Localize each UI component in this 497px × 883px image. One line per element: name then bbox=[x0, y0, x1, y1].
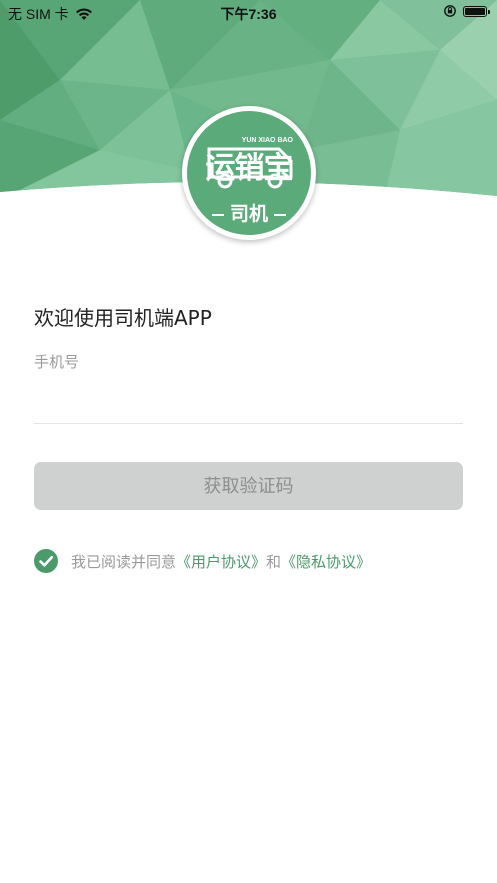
app-logo: YUN XIAO BAO 运销宝 司机 bbox=[182, 106, 316, 240]
welcome-title: 欢迎使用司机端APP bbox=[34, 306, 212, 330]
status-time: 下午7:36 bbox=[220, 6, 277, 22]
agreement-connector: 和 bbox=[266, 553, 282, 571]
phone-label: 手机号 bbox=[34, 353, 80, 371]
get-code-button[interactable]: 获取验证码 bbox=[34, 462, 463, 510]
orientation-lock-icon bbox=[444, 5, 456, 17]
phone-input-underline bbox=[34, 423, 463, 424]
checkmark-icon bbox=[39, 555, 54, 567]
logo-dash-right bbox=[274, 213, 286, 216]
agreement-text: 我已阅读并同意《用户协议》和《隐私协议》 bbox=[71, 551, 371, 572]
privacy-agreement-link[interactable]: 《隐私协议》 bbox=[281, 553, 371, 571]
battery-icon bbox=[463, 5, 490, 17]
logo-role-text: 司机 bbox=[229, 203, 268, 225]
status-right bbox=[443, 4, 490, 18]
logo-brand: 运销宝 bbox=[205, 151, 294, 186]
logo-badge: YUN XIAO BAO 运销宝 司机 bbox=[187, 111, 311, 235]
user-agreement-link[interactable]: 《用户协议》 bbox=[176, 553, 266, 571]
status-bar: 无 SIM 卡 下午7:36 bbox=[0, 0, 497, 26]
agreement-prefix: 我已阅读并同意 bbox=[71, 553, 177, 571]
agreement-checkbox[interactable] bbox=[34, 549, 58, 573]
phone-input[interactable] bbox=[34, 378, 463, 418]
logo-dash-left bbox=[211, 213, 224, 216]
logo-role-label: 司机 bbox=[187, 199, 311, 226]
